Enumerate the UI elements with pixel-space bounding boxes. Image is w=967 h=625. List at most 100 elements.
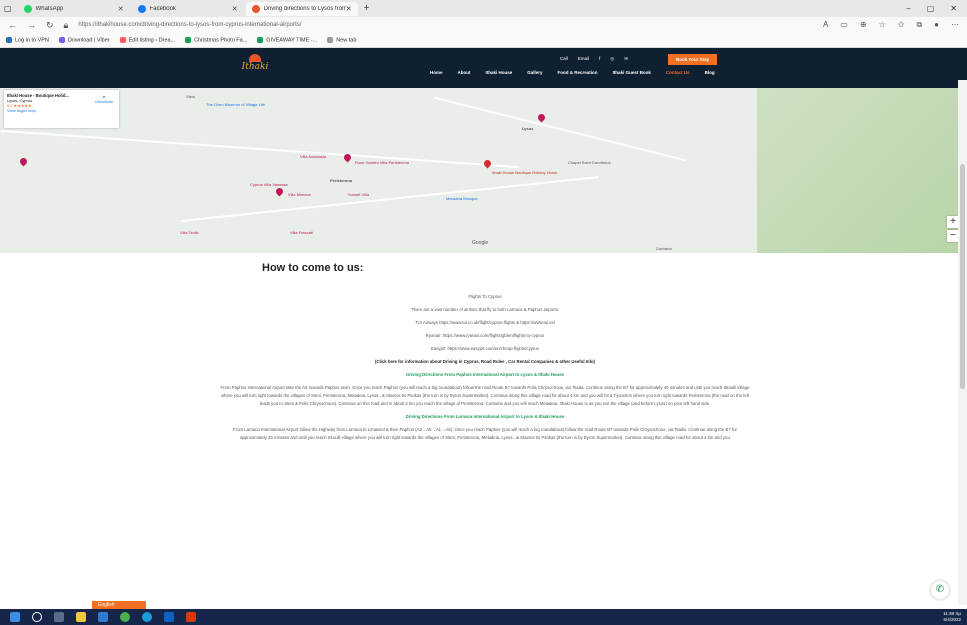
bookmark-label: Download | Viber bbox=[67, 37, 110, 44]
address-input[interactable]: https://ithakihouse.com/driving-directio… bbox=[78, 22, 813, 28]
system-clock[interactable]: 11:38 πμ 6/4/2022 bbox=[943, 611, 967, 623]
forward-icon[interactable]: → bbox=[27, 20, 36, 30]
menu-gallery[interactable]: Gallery bbox=[527, 70, 542, 75]
page-scrollbar[interactable] bbox=[958, 80, 967, 605]
menu-guest-book[interactable]: Ithaki Guest Book bbox=[613, 70, 651, 75]
collections-icon[interactable]: ⧉ bbox=[916, 20, 922, 30]
bookmark-christmas[interactable]: Christmas Photo Fa... bbox=[185, 36, 247, 43]
globe-icon bbox=[257, 36, 264, 43]
close-window-button[interactable]: ✕ bbox=[950, 4, 957, 13]
map-pin-icon[interactable] bbox=[536, 112, 547, 123]
map-label: Steni bbox=[186, 94, 196, 99]
bookmark-label: New tab bbox=[336, 37, 357, 44]
bookmark-new-tab[interactable]: New tab bbox=[327, 36, 357, 44]
windows-start-icon[interactable] bbox=[10, 612, 20, 622]
menu-blog[interactable]: Blog bbox=[705, 70, 715, 75]
menu-about[interactable]: About bbox=[458, 70, 471, 75]
book-your-stay-button[interactable]: Book Your Stay bbox=[668, 54, 718, 65]
map-label: Sunset Villa bbox=[348, 192, 370, 197]
close-icon[interactable]: ✕ bbox=[118, 5, 124, 13]
bookmark-label: Edit listing ‹ Drea... bbox=[128, 37, 176, 44]
refresh-icon[interactable]: ↻ bbox=[46, 20, 54, 31]
menu-contact[interactable]: Contact Us bbox=[666, 70, 690, 75]
back-icon[interactable]: ← bbox=[8, 20, 17, 30]
directions-button[interactable]: ➤ Directions bbox=[95, 94, 113, 104]
bookmark-giveaway[interactable]: GIVEAWAY TIME -... bbox=[257, 36, 317, 43]
more-icon[interactable]: ⋯ bbox=[951, 20, 959, 30]
menu-home[interactable]: Home bbox=[430, 70, 443, 75]
tab-label: Facebook bbox=[149, 5, 176, 12]
google-logo: Google bbox=[472, 240, 489, 246]
maximize-button[interactable]: ▢ bbox=[927, 4, 935, 13]
lock-icon: 🔒︎ bbox=[63, 19, 69, 30]
tab-driving-directions[interactable]: Driving directions to Lysos from ✕ bbox=[245, 1, 358, 16]
directions-label: Directions bbox=[95, 99, 113, 104]
email-link[interactable]: Email bbox=[578, 56, 589, 62]
facebook-link[interactable]: f bbox=[599, 56, 600, 62]
page-heading: How to come to us: bbox=[262, 262, 364, 274]
mail-link[interactable]: ✉ bbox=[624, 56, 628, 62]
tab-facebook[interactable]: Facebook ✕ bbox=[132, 2, 244, 16]
read-aloud-icon[interactable]: A bbox=[823, 20, 828, 30]
favorites-icon[interactable]: ✩ bbox=[898, 20, 905, 30]
view-larger-map-link[interactable]: View larger map bbox=[7, 108, 116, 113]
site-favicon-icon bbox=[251, 4, 260, 13]
google-map[interactable]: Ithaki House - Boutique Holid... Lysos, … bbox=[0, 88, 967, 253]
sun-logo-icon bbox=[249, 54, 261, 62]
driving-info-link[interactable]: (Click here for information about Drivin… bbox=[220, 358, 750, 366]
favorite-icon[interactable]: ☆ bbox=[879, 20, 886, 30]
call-link[interactable]: Call bbox=[560, 56, 568, 62]
instagram-link[interactable]: ◎ bbox=[610, 56, 614, 62]
map-pin-icon[interactable] bbox=[482, 158, 493, 169]
tab-actions-icon[interactable]: ▢ bbox=[4, 4, 12, 13]
site-header: Ithaki Call Email f ◎ ✉ Book Your Stay H… bbox=[0, 48, 967, 88]
scrollbar-thumb[interactable] bbox=[960, 164, 965, 389]
easyjet-link[interactable]: Easyjet: https://www.easyjet.com/en/chea… bbox=[220, 345, 750, 353]
logo-text: Ithaki bbox=[241, 62, 269, 72]
map-label: Zacharia bbox=[656, 246, 672, 251]
map-pin-icon[interactable] bbox=[18, 156, 29, 167]
file-explorer-icon[interactable] bbox=[76, 612, 86, 622]
ryanair-link[interactable]: Ryanair: https://www.ryanair.com/flights… bbox=[220, 332, 750, 340]
profile-icon[interactable]: ● bbox=[934, 20, 939, 30]
zoom-icon[interactable]: ⊕ bbox=[860, 20, 867, 30]
store-icon[interactable] bbox=[98, 612, 108, 622]
new-tab-button[interactable]: + bbox=[364, 3, 370, 14]
immersive-reader-icon[interactable]: ▭ bbox=[840, 20, 848, 30]
address-bar-row: ← → ↻ 🔒︎ https://ithakihouse.com/driving… bbox=[0, 17, 967, 33]
map-road bbox=[0, 129, 520, 169]
map-label: Rose Garden Villa Peristerona bbox=[355, 160, 409, 165]
map-label: Villa Tsolis bbox=[180, 230, 199, 235]
globe-icon bbox=[185, 36, 192, 43]
map-label: Meladeia Mosque bbox=[446, 196, 478, 201]
menu-ithaki-house[interactable]: Ithaki House bbox=[486, 70, 513, 75]
chrome-icon[interactable] bbox=[120, 612, 130, 622]
map-label: Chapel Saint Dorotheus bbox=[568, 160, 611, 165]
flights-title: Flights To Cyprus bbox=[468, 294, 502, 299]
whatsapp-chat-icon[interactable]: ✆ bbox=[931, 581, 949, 599]
search-icon[interactable] bbox=[32, 612, 42, 622]
language-button[interactable]: English bbox=[92, 601, 146, 609]
photos-icon[interactable] bbox=[164, 612, 174, 622]
bookmark-viber[interactable]: Download | Viber bbox=[58, 36, 110, 44]
browser-chrome: ▢ WhatsApp ✕ Facebook ✕ Driving directions… bbox=[0, 0, 967, 48]
map-label: The Oven Museum of Village Life bbox=[206, 102, 266, 107]
edge-icon[interactable] bbox=[142, 612, 152, 622]
bookmarks-bar: Log in to VPN Download | Viber Edit list… bbox=[0, 33, 967, 47]
bookmark-edit-listing[interactable]: Edit listing ‹ Drea... bbox=[119, 36, 176, 44]
minimize-button[interactable]: – bbox=[906, 4, 910, 13]
bookmark-vpn[interactable]: Log in to VPN bbox=[6, 36, 49, 43]
larnaca-heading: Driving Directions From Larnaca Internat… bbox=[405, 414, 565, 419]
close-icon[interactable]: ✕ bbox=[346, 5, 352, 13]
office-icon[interactable] bbox=[186, 612, 196, 622]
close-icon[interactable]: ✕ bbox=[232, 5, 238, 13]
viber-icon bbox=[58, 36, 65, 43]
page-content: How to come to us: Flights To Cyprus The… bbox=[0, 253, 967, 485]
task-view-icon[interactable] bbox=[54, 612, 64, 622]
tui-link[interactable]: TUI Airways https://www.tui.co.uk/flight… bbox=[220, 319, 750, 327]
tab-whatsapp[interactable]: WhatsApp ✕ bbox=[18, 2, 130, 16]
map-pin-icon[interactable] bbox=[274, 186, 285, 197]
menu-food-recreation[interactable]: Food & Recreation bbox=[558, 70, 598, 75]
site-logo[interactable]: Ithaki bbox=[240, 54, 270, 82]
larnaca-directions: From Larnaca International Airport follo… bbox=[233, 427, 737, 440]
